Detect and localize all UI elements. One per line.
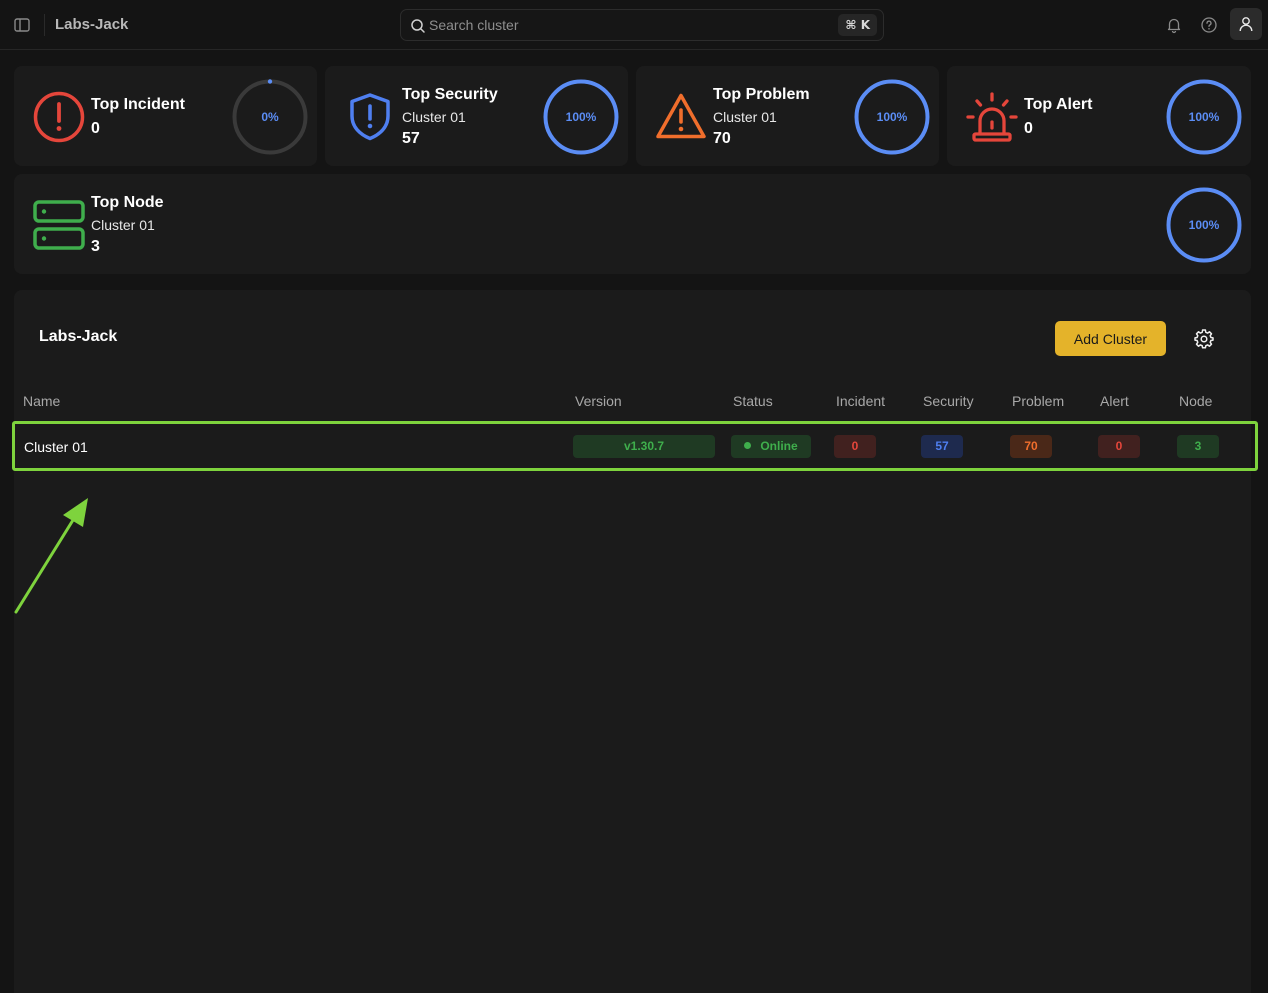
column-header-name[interactable]: Name: [23, 393, 60, 409]
column-header-alert[interactable]: Alert: [1100, 393, 1129, 409]
siren-icon: [966, 92, 1018, 142]
cluster-name[interactable]: Cluster 01: [24, 439, 88, 455]
card-title: Top Alert: [1024, 96, 1093, 113]
card-title: Top Security: [402, 86, 498, 103]
status-dot-icon: [744, 442, 752, 449]
card-title: Top Incident: [91, 96, 185, 113]
card-count: 0: [1024, 120, 1033, 137]
annotation-arrow-icon: [14, 498, 88, 614]
table-row[interactable]: Cluster 01 v1.30.7 Online 0 57 70 0 3: [12, 421, 1258, 471]
status-badge: Online: [731, 435, 811, 458]
add-cluster-button[interactable]: Add Cluster: [1055, 321, 1166, 356]
column-header-node[interactable]: Node: [1179, 393, 1212, 409]
card-count: 57: [402, 130, 420, 147]
version-badge: v1.30.7: [573, 435, 715, 458]
problem-badge: 70: [1010, 435, 1052, 458]
search-input[interactable]: [429, 14, 829, 36]
top-bar: Labs-Jack ⌘ K: [0, 0, 1268, 50]
column-header-problem[interactable]: Problem: [1012, 393, 1064, 409]
gear-icon[interactable]: [1194, 329, 1214, 349]
column-header-incident[interactable]: Incident: [836, 393, 885, 409]
app-root: Labs-Jack ⌘ K: [0, 0, 1268, 993]
server-icon: [33, 200, 85, 250]
card-top-alert[interactable]: Top Alert 0 100%: [947, 66, 1251, 166]
card-title: Top Problem: [713, 86, 810, 103]
column-header-security[interactable]: Security: [923, 393, 974, 409]
app-name: Labs-Jack: [55, 16, 129, 33]
card-cluster: Cluster 01: [402, 109, 466, 125]
card-count: 3: [91, 238, 100, 255]
search-icon: [411, 19, 425, 33]
column-header-version[interactable]: Version: [575, 393, 622, 409]
card-count: 0: [91, 120, 100, 137]
bell-icon[interactable]: [1165, 16, 1183, 34]
incident-badge: 0: [834, 435, 876, 458]
help-icon[interactable]: [1200, 16, 1218, 34]
incident-icon: [33, 91, 85, 143]
security-badge: 57: [921, 435, 963, 458]
ring-percent: 100%: [1188, 218, 1220, 232]
card-cluster: Cluster 01: [713, 109, 777, 125]
shield-icon: [350, 93, 390, 141]
panel-title: Labs-Jack: [39, 328, 118, 345]
card-top-node[interactable]: Top Node Cluster 01 3 100%: [14, 174, 1251, 274]
ring-percent: 100%: [565, 110, 597, 124]
node-badge: 3: [1177, 435, 1219, 458]
status-text: Online: [760, 439, 798, 453]
ring-percent: 100%: [876, 110, 908, 124]
user-menu-button[interactable]: [1230, 8, 1262, 40]
column-header-status[interactable]: Status: [733, 393, 773, 409]
card-top-incident[interactable]: Top Incident 0 0%: [14, 66, 317, 166]
user-icon: [1239, 17, 1253, 32]
warning-icon: [656, 93, 706, 139]
ring-percent: 0%: [261, 110, 279, 124]
topbar-divider: [44, 14, 45, 36]
card-top-problem[interactable]: Top Problem Cluster 01 70 100%: [636, 66, 939, 166]
search-box[interactable]: ⌘ K: [400, 9, 884, 41]
card-title: Top Node: [91, 194, 164, 211]
alert-badge: 0: [1098, 435, 1140, 458]
card-count: 70: [713, 130, 731, 147]
search-shortcut: ⌘ K: [838, 14, 877, 36]
ring-percent: 100%: [1188, 110, 1220, 124]
card-cluster: Cluster 01: [91, 217, 155, 233]
clusters-panel: Labs-Jack Add Cluster Name Version Statu…: [12, 290, 1258, 993]
card-top-security[interactable]: Top Security Cluster 01 57 100%: [325, 66, 628, 166]
sidebar-toggle-icon[interactable]: [13, 16, 31, 34]
